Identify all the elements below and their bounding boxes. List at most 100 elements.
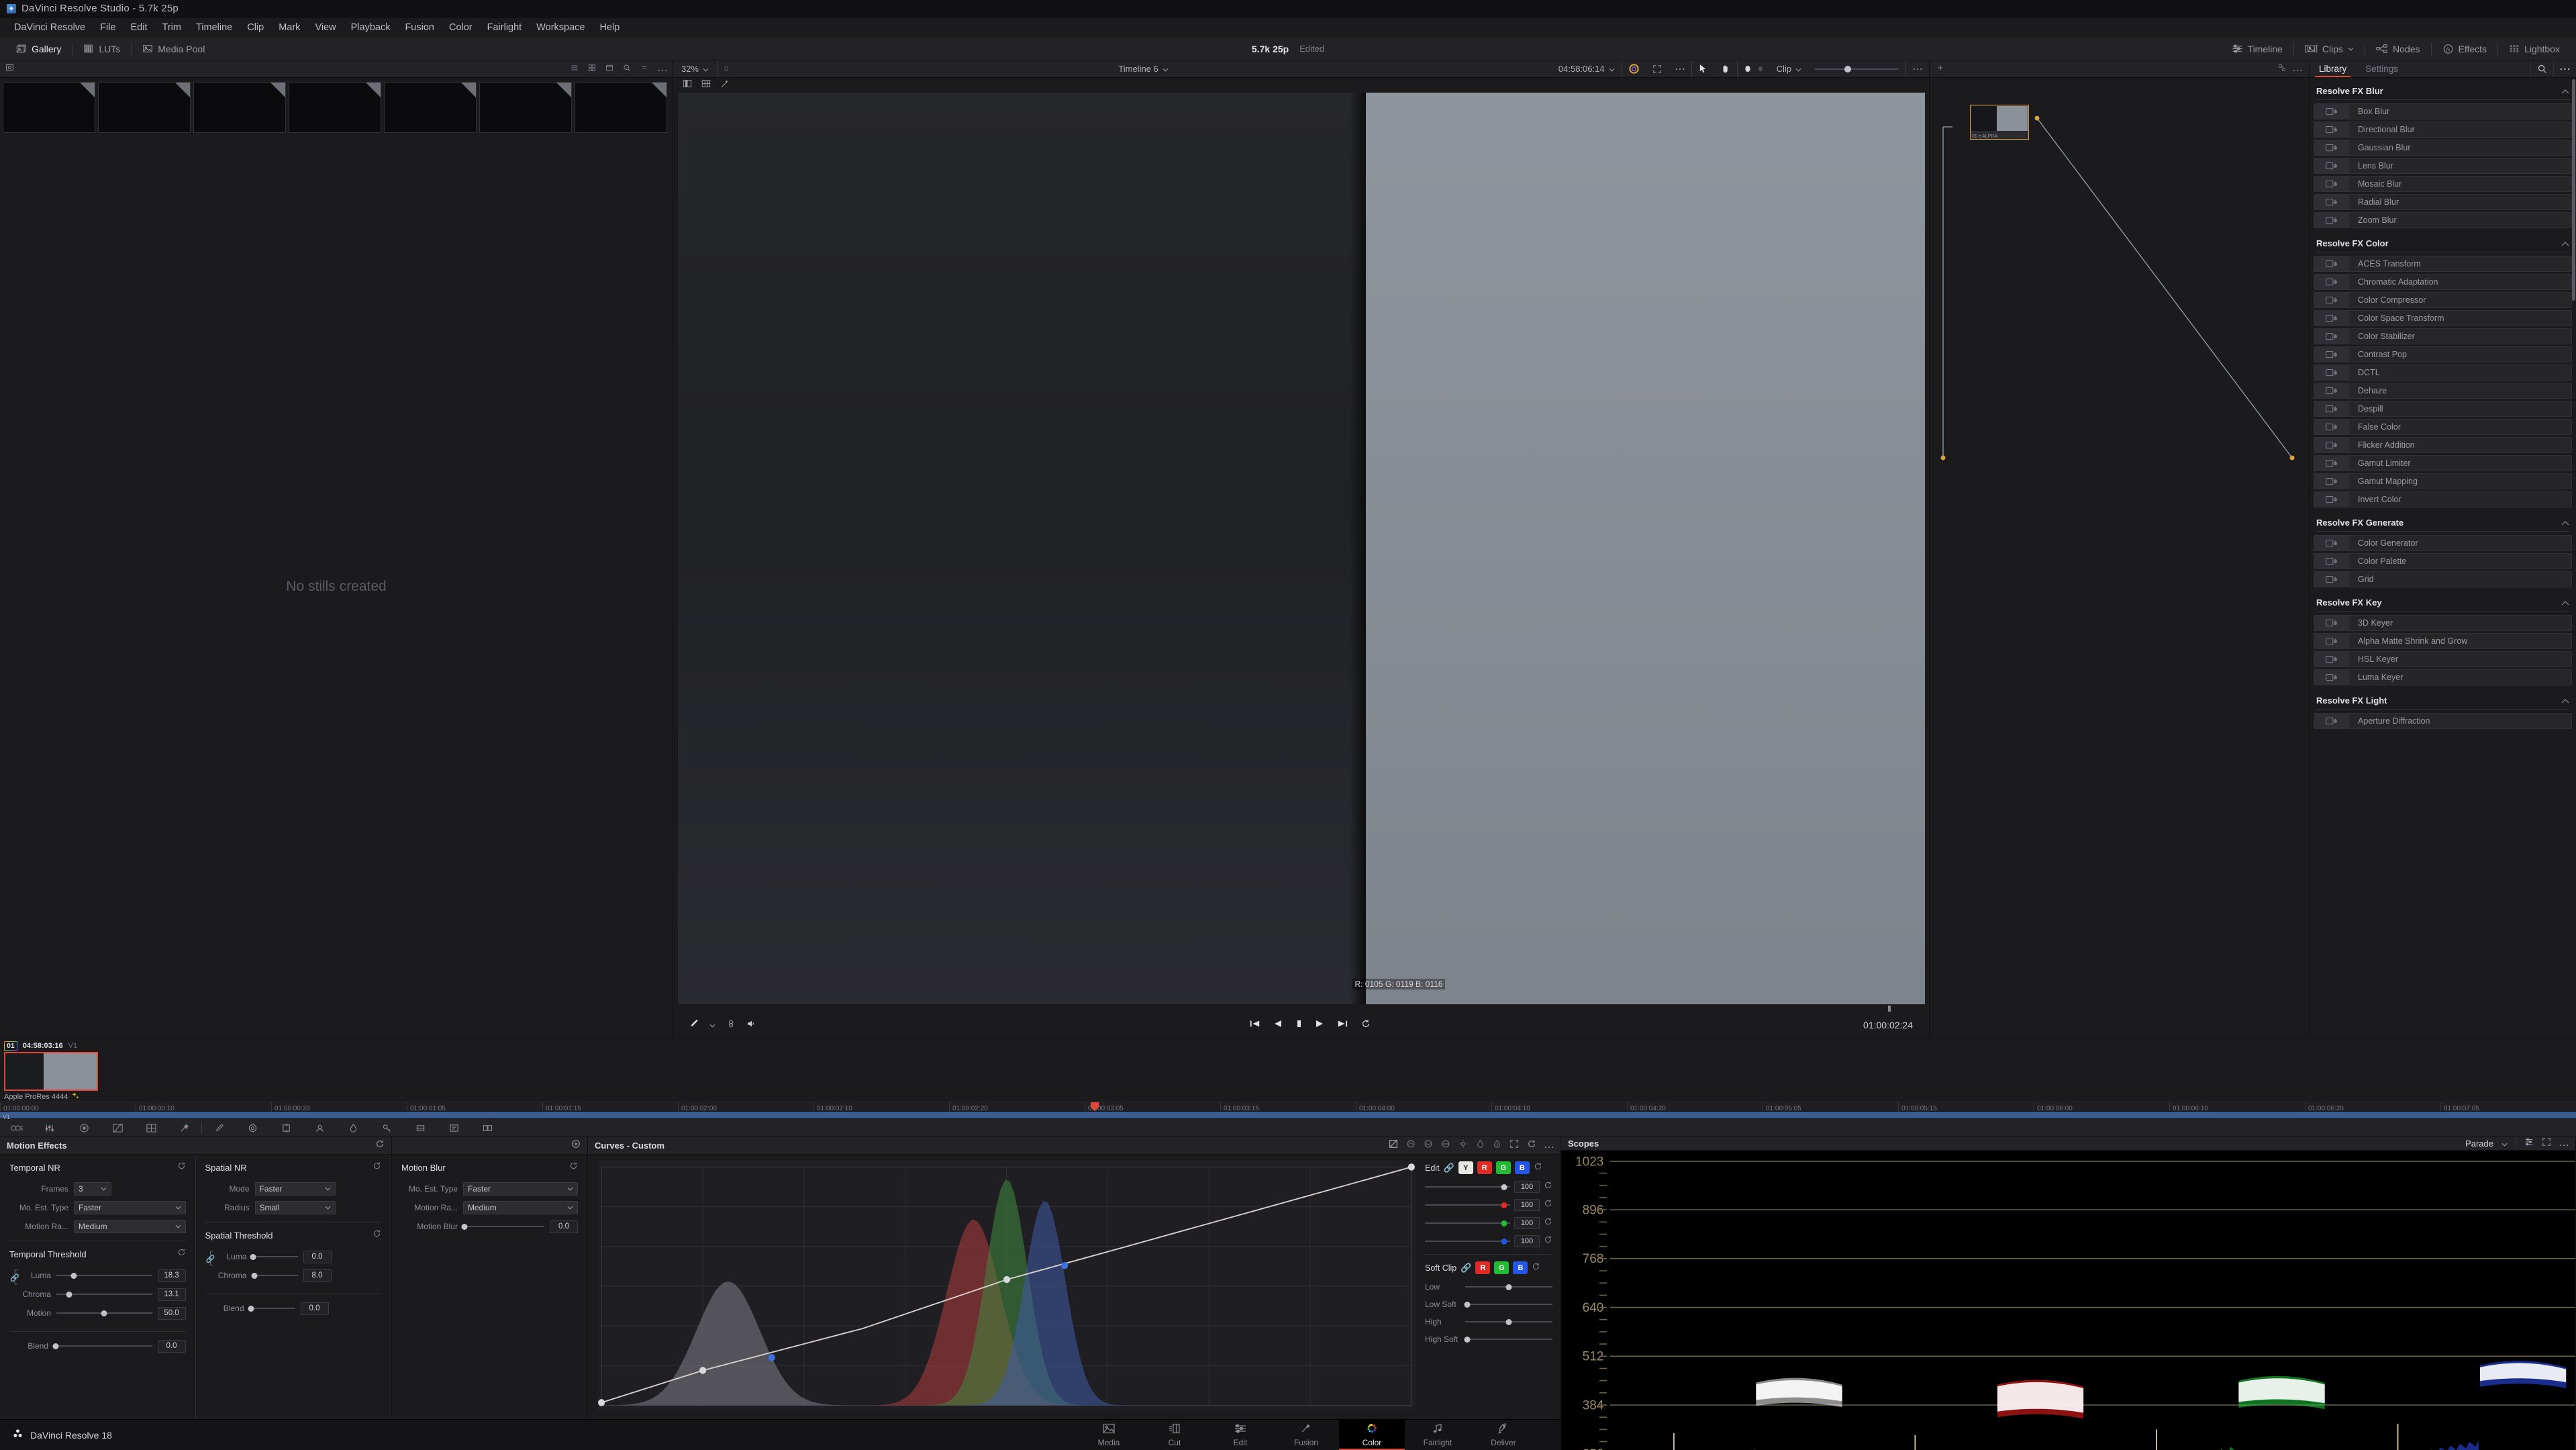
- palette-key-icon[interactable]: [370, 1118, 403, 1137]
- viewer-wipe-slider[interactable]: [1808, 60, 1905, 77]
- chevron-down-icon[interactable]: [1162, 64, 1169, 74]
- curves-hue-vs-lum-icon[interactable]: [1441, 1139, 1450, 1152]
- scrub-handle[interactable]: [1888, 1006, 1891, 1012]
- curves-custom-mode-icon[interactable]: [1389, 1139, 1398, 1152]
- timeline-video-track[interactable]: V1: [0, 1110, 2576, 1120]
- annotation-pen-icon[interactable]: [689, 1018, 699, 1032]
- viewer-fullscreen-icon[interactable]: [1646, 60, 1669, 77]
- fx-item-lens-blur[interactable]: Lens Blur: [2314, 158, 2572, 174]
- soft-clip-link-icon[interactable]: 🔗: [1460, 1263, 1471, 1273]
- viewer-hand-tool-icon[interactable]: [1714, 60, 1737, 77]
- menu-item-view[interactable]: View: [307, 20, 343, 35]
- gallery-view-list-icon[interactable]: [571, 63, 579, 75]
- fx-item-aperture-diffraction[interactable]: Aperture Diffraction: [2314, 713, 2572, 729]
- play-reverse-button[interactable]: [1274, 1019, 1282, 1032]
- jump-to-start-button[interactable]: [1250, 1019, 1260, 1032]
- gallery-view-grid-icon[interactable]: [588, 63, 596, 75]
- effects-search-icon[interactable]: [2530, 60, 2553, 77]
- clip-thumbnail[interactable]: [4, 1052, 98, 1091]
- threshold-value-chroma[interactable]: 8.0: [303, 1269, 332, 1282]
- frames-dropdown[interactable]: 3: [74, 1182, 111, 1196]
- gallery-still-slot[interactable]: [3, 82, 95, 133]
- chevron-up-icon[interactable]: [2561, 86, 2569, 96]
- fx-group-resolve-fx-generate[interactable]: Resolve FX Generate: [2314, 510, 2572, 531]
- soft-clip-slider-low[interactable]: [1465, 1281, 1552, 1293]
- fx-group-resolve-fx-key[interactable]: Resolve FX Key: [2314, 589, 2572, 611]
- toolbar-media-pool-button[interactable]: Media Pool: [133, 42, 214, 56]
- temporal-motion-range-dropdown[interactable]: Medium: [74, 1220, 186, 1233]
- link-bracket-icon[interactable]: ┌ 🔗 └: [9, 1267, 20, 1324]
- fx-item-false-color[interactable]: False Color: [2314, 419, 2572, 435]
- gallery-search-icon[interactable]: [623, 63, 631, 75]
- menu-item-file[interactable]: File: [93, 20, 123, 35]
- fx-item-hsl-keyer[interactable]: HSL Keyer: [2314, 651, 2572, 667]
- viewer-cursor-tool-icon[interactable]: [1691, 60, 1714, 77]
- fx-item-gamut-limiter[interactable]: Gamut Limiter: [2314, 455, 2572, 471]
- viewer-mode-dropdown[interactable]: Clip: [1770, 60, 1808, 77]
- fx-item-gaussian-blur[interactable]: Gaussian Blur: [2314, 140, 2572, 156]
- gallery-grab-still-icon[interactable]: [5, 63, 14, 75]
- palette-sizing-icon[interactable]: [403, 1118, 437, 1137]
- curve-channel-reset-icon[interactable]: [1544, 1181, 1552, 1193]
- curves-options-icon[interactable]: [1544, 1140, 1554, 1152]
- mb-mo-est-dropdown[interactable]: Faster: [463, 1182, 578, 1196]
- loop-marker-icon[interactable]: [726, 1019, 736, 1032]
- page-button-color[interactable]: Color: [1338, 1419, 1405, 1450]
- gallery-still-slot[interactable]: [289, 82, 381, 133]
- timeline-ruler[interactable]: 01:00:00:00 01:00:00:10 01:00:00:20 01:00:0…: [0, 1102, 2576, 1118]
- curve-channel-value-y[interactable]: 100: [1514, 1181, 1540, 1193]
- curve-channel-slider-g[interactable]: [1425, 1217, 1510, 1229]
- channel-chip-y[interactable]: Y: [1458, 1161, 1473, 1174]
- effects-library-list[interactable]: Resolve FX Blur Box Blur Directional Blur G…: [2310, 78, 2576, 1038]
- viewer-wipe-toggle[interactable]: [1736, 60, 1770, 77]
- page-button-deliver[interactable]: Deliver: [1471, 1420, 1536, 1450]
- chevron-up-icon[interactable]: [2561, 518, 2569, 528]
- palette-curves-icon[interactable]: [101, 1118, 134, 1137]
- node-layout-icon[interactable]: [2278, 64, 2286, 74]
- fx-item-box-blur[interactable]: Box Blur: [2314, 103, 2572, 119]
- curve-channel-reset-icon[interactable]: [1544, 1217, 1552, 1229]
- curve-channel-value-r[interactable]: 100: [1514, 1199, 1540, 1211]
- fx-item-dehaze[interactable]: Dehaze: [2314, 383, 2572, 399]
- channel-chip-r[interactable]: R: [1477, 1161, 1492, 1174]
- curve-channel-reset-icon[interactable]: [1544, 1199, 1552, 1211]
- spatial-threshold-reset-icon[interactable]: [373, 1229, 381, 1241]
- threshold-value-luma[interactable]: 18.3: [157, 1269, 186, 1282]
- viewer-grid-overlay-icon[interactable]: [701, 79, 711, 91]
- curve-editor-canvas[interactable]: [597, 1160, 1416, 1412]
- gallery-album-icon[interactable]: [605, 63, 613, 75]
- fx-item-alpha-matte-shrink-and-grow[interactable]: Alpha Matte Shrink and Grow: [2314, 633, 2572, 649]
- temporal-threshold-reset-icon[interactable]: [177, 1248, 186, 1260]
- threshold-slider-motion[interactable]: [56, 1307, 152, 1319]
- viewer-scrub-rail[interactable]: [673, 1004, 1929, 1012]
- viewer-enhance-icon[interactable]: [720, 79, 730, 92]
- mb-motion-range-dropdown[interactable]: Medium: [463, 1201, 578, 1214]
- palette-qualifier-icon[interactable]: [168, 1118, 201, 1137]
- gallery-still-slot[interactable]: [479, 82, 572, 133]
- fx-item-aces-transform[interactable]: ACES Transform: [2314, 256, 2572, 272]
- stop-button[interactable]: [1295, 1019, 1302, 1032]
- audio-mute-icon[interactable]: [746, 1019, 756, 1032]
- curves-edit-reset-icon[interactable]: [1534, 1162, 1542, 1174]
- fx-item-gamut-mapping[interactable]: Gamut Mapping: [2314, 473, 2572, 489]
- gallery-still-slot[interactable]: [384, 82, 477, 133]
- fx-item-chromatic-adaptation[interactable]: Chromatic Adaptation: [2314, 274, 2572, 290]
- fx-item-color-generator[interactable]: Color Generator: [2314, 535, 2572, 551]
- soft-clip-slider-low-soft[interactable]: [1464, 1298, 1552, 1310]
- fx-item-contrast-pop[interactable]: Contrast Pop: [2314, 346, 2572, 362]
- curves-hue-vs-sat-icon[interactable]: [1424, 1139, 1433, 1152]
- color-node-01[interactable]: 01 e ALPHA: [1970, 105, 2029, 140]
- soft-clip-chip-b[interactable]: B: [1513, 1261, 1528, 1274]
- chevron-up-icon[interactable]: [2561, 238, 2569, 248]
- fx-item-radial-blur[interactable]: Radial Blur: [2314, 194, 2572, 210]
- menu-item-playback[interactable]: Playback: [344, 20, 398, 35]
- chevron-up-icon[interactable]: [2561, 597, 2569, 608]
- palette-log-wheels-icon[interactable]: [67, 1118, 101, 1137]
- soft-clip-slider-high[interactable]: [1465, 1316, 1552, 1328]
- curves-lum-vs-sat-icon[interactable]: [1458, 1139, 1468, 1152]
- fx-group-resolve-fx-light[interactable]: Resolve FX Light: [2314, 687, 2572, 709]
- gallery-sort-icon[interactable]: [640, 63, 648, 75]
- gallery-still-slot[interactable]: [193, 82, 286, 133]
- threshold-value-motion[interactable]: 50.0: [157, 1306, 186, 1320]
- palette-blur-icon[interactable]: [336, 1118, 370, 1137]
